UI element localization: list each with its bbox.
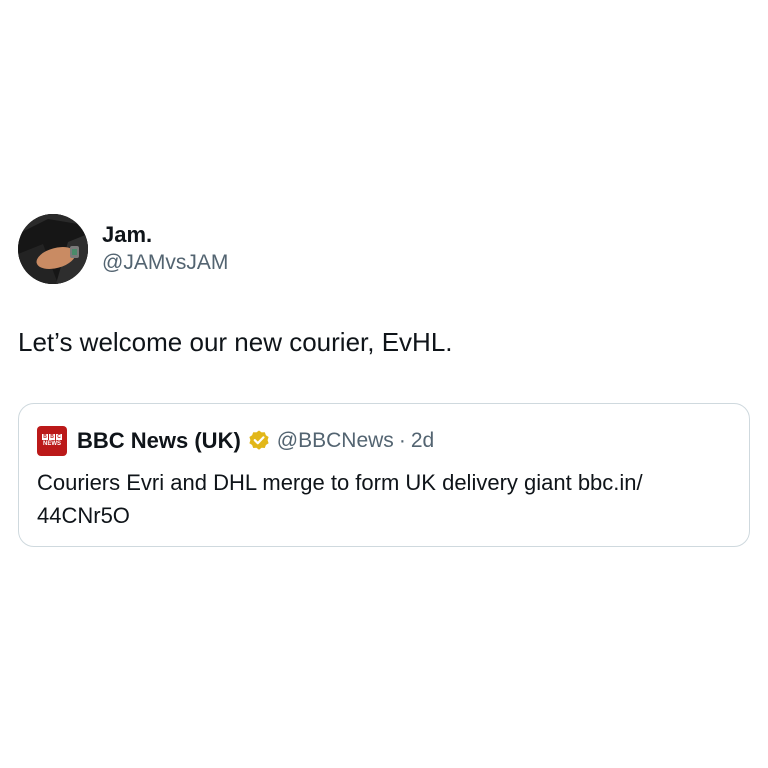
tweet: Jam. @JAMvsJAM Let’s welcome our new cou… bbox=[18, 212, 752, 547]
quoted-text-line: 44CNr5O bbox=[37, 503, 130, 528]
bbc-news-logo-icon[interactable]: B B C NEWS bbox=[37, 426, 67, 456]
bbc-logo-word: NEWS bbox=[43, 441, 61, 447]
quoted-tweet-header: B B C NEWS BBC News (UK) @BBCNews · 2d bbox=[37, 424, 731, 458]
quoted-tweet-card[interactable]: B B C NEWS BBC News (UK) @BBCNews · 2d C… bbox=[18, 403, 750, 547]
quoted-author-display-name[interactable]: BBC News (UK) bbox=[77, 428, 241, 454]
quoted-text-line: Couriers Evri and DHL merge to form UK d… bbox=[37, 470, 643, 495]
gold-verified-badge-icon bbox=[249, 430, 269, 450]
author-display-name[interactable]: Jam. bbox=[102, 221, 228, 249]
tweet-author-row: Jam. @JAMvsJAM bbox=[18, 212, 752, 286]
bbc-logo-block: C bbox=[56, 434, 62, 440]
bbc-logo-block: B bbox=[49, 434, 55, 440]
avatar-photo-icon bbox=[18, 214, 88, 284]
author-handle[interactable]: @JAMvsJAM bbox=[102, 249, 228, 277]
bbc-logo-blocks: B B C bbox=[42, 434, 62, 440]
avatar[interactable] bbox=[18, 214, 88, 284]
quoted-separator: · bbox=[398, 429, 406, 452]
author-text: Jam. @JAMvsJAM bbox=[102, 221, 228, 277]
quoted-timestamp[interactable]: 2d bbox=[411, 429, 434, 453]
quoted-author-handle[interactable]: @BBCNews bbox=[277, 429, 394, 453]
bbc-logo-block: B bbox=[42, 434, 48, 440]
quoted-tweet-text: Couriers Evri and DHL merge to form UK d… bbox=[37, 466, 727, 532]
tweet-text: Let’s welcome our new courier, EvHL. bbox=[18, 327, 453, 357]
